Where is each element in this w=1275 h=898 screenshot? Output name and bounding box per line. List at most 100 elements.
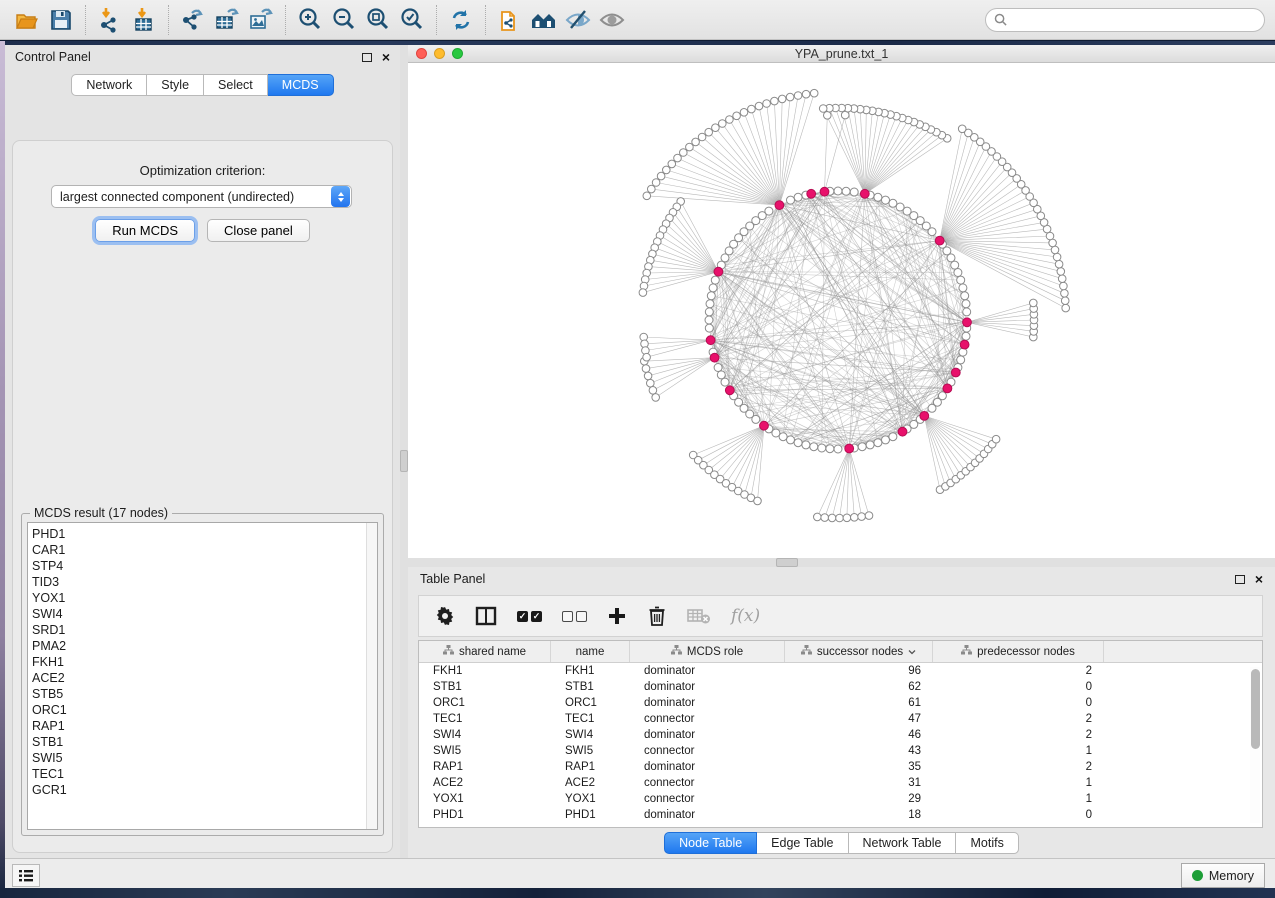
column-header-MCDS-role[interactable]: MCDS role — [630, 641, 785, 662]
mcds-result-item[interactable]: YOX1 — [32, 590, 377, 606]
cell-shared_name: YOX1 — [419, 793, 551, 805]
search-input[interactable] — [1012, 13, 1256, 27]
mcds-result-list[interactable]: PHD1CAR1STP4TID3YOX1SWI4SRD1PMA2FKH1ACE2… — [27, 522, 378, 830]
memory-label: Memory — [1209, 869, 1254, 883]
zoom-in-icon[interactable] — [293, 4, 327, 36]
mcds-result-item[interactable]: FKH1 — [32, 654, 377, 670]
table-options-icon[interactable] — [435, 606, 455, 626]
show-column-icon[interactable] — [475, 606, 497, 626]
mcds-result-item[interactable]: GCR1 — [32, 782, 377, 798]
table-row[interactable]: ACE2ACE2connector311 — [419, 775, 1262, 791]
mcds-result-item[interactable]: SRD1 — [32, 622, 377, 638]
sitemap-icon — [671, 645, 682, 658]
memory-button[interactable]: Memory — [1181, 863, 1265, 888]
network-view-window: YPA_prune.txt_1 — [408, 45, 1275, 558]
first-neighbors-icon[interactable] — [527, 4, 561, 36]
table-scrollbar[interactable] — [1250, 667, 1260, 823]
network-graph[interactable] — [408, 63, 1275, 557]
delete-column-icon[interactable] — [647, 605, 667, 627]
tab-node-table[interactable]: Node Table — [664, 832, 757, 854]
network-titlebar[interactable]: YPA_prune.txt_1 — [408, 45, 1275, 63]
tab-style[interactable]: Style — [147, 74, 204, 96]
mcds-result-item[interactable]: ACE2 — [32, 670, 377, 686]
close-panel-icon[interactable]: × — [1255, 574, 1263, 584]
export-network-icon[interactable] — [176, 4, 210, 36]
mcds-result-item[interactable]: TEC1 — [32, 766, 377, 782]
horizontal-splitter[interactable] — [408, 558, 1275, 567]
copy-style-icon[interactable] — [493, 4, 527, 36]
table-row[interactable]: FKH1FKH1dominator962 — [419, 663, 1262, 679]
zoom-selected-icon[interactable] — [395, 4, 429, 36]
control-panel-tabs: NetworkStyleSelectMCDS — [5, 74, 400, 96]
cell-role: connector — [630, 745, 785, 757]
run-mcds-button[interactable]: Run MCDS — [95, 219, 195, 242]
mcds-result-item[interactable]: SWI4 — [32, 606, 377, 622]
table-row[interactable]: TEC1TEC1connector472 — [419, 711, 1262, 727]
list-scrollbar[interactable] — [366, 523, 377, 829]
splitter-grip[interactable] — [776, 558, 798, 567]
cell-successors: 18 — [785, 809, 933, 821]
mcds-result-item[interactable]: STB5 — [32, 686, 377, 702]
table-row[interactable]: YOX1YOX1connector291 — [419, 791, 1262, 807]
export-table-icon[interactable] — [210, 4, 244, 36]
table-scrollbar-thumb[interactable] — [1251, 669, 1260, 749]
import-table-icon[interactable] — [127, 4, 161, 36]
mcds-result-item[interactable]: SWI5 — [32, 750, 377, 766]
close-panel-button[interactable]: Close panel — [207, 219, 310, 242]
cell-predecessors: 0 — [933, 681, 1104, 693]
mcds-result-item[interactable]: PMA2 — [32, 638, 377, 654]
criterion-dropdown[interactable]: largest connected component (undirected) — [51, 185, 352, 208]
tab-motifs[interactable]: Motifs — [956, 832, 1018, 854]
table-row[interactable]: SWI4SWI4dominator462 — [419, 727, 1262, 743]
tab-edge-table[interactable]: Edge Table — [757, 832, 848, 854]
select-all-icon[interactable]: ✓✓ — [517, 611, 542, 622]
search-box[interactable] — [985, 8, 1265, 32]
delete-table-icon[interactable] — [687, 607, 711, 625]
function-builder-icon[interactable]: f(x) — [731, 606, 760, 626]
zoom-fit-icon[interactable] — [361, 4, 395, 36]
network-canvas[interactable] — [408, 63, 1275, 557]
float-panel-icon[interactable] — [1235, 575, 1245, 584]
export-image-icon[interactable] — [244, 4, 278, 36]
cell-role: connector — [630, 713, 785, 725]
deselect-all-icon[interactable] — [562, 611, 587, 622]
zoom-out-icon[interactable] — [327, 4, 361, 36]
cell-name: RAP1 — [551, 761, 630, 773]
tab-mcds[interactable]: MCDS — [268, 74, 334, 96]
vertical-splitter[interactable] — [400, 45, 408, 858]
table-row[interactable]: SWI5SWI5connector431 — [419, 743, 1262, 759]
column-header-shared-name[interactable]: shared name — [419, 641, 551, 662]
refresh-layout-icon[interactable] — [444, 4, 478, 36]
import-network-icon[interactable] — [93, 4, 127, 36]
table-row[interactable]: PHD1PHD1dominator180 — [419, 807, 1262, 823]
column-header-successor-nodes[interactable]: successor nodes — [785, 641, 933, 662]
table-panel: Table Panel × ✓✓ f(x) shared namenameMCD… — [408, 567, 1275, 858]
hide-selected-icon[interactable] — [561, 4, 595, 36]
column-header-name[interactable]: name — [551, 641, 630, 662]
open-file-icon[interactable] — [10, 4, 44, 36]
table-row[interactable]: ORC1ORC1dominator610 — [419, 695, 1262, 711]
mcds-result-item[interactable]: STP4 — [32, 558, 377, 574]
mcds-result-item[interactable]: ORC1 — [32, 702, 377, 718]
column-header-predecessor-nodes[interactable]: predecessor nodes — [933, 641, 1104, 662]
tab-select[interactable]: Select — [204, 74, 268, 96]
mcds-result-item[interactable]: PHD1 — [32, 526, 377, 542]
mcds-result-item[interactable]: STB1 — [32, 734, 377, 750]
table-row[interactable]: STB1STB1dominator620 — [419, 679, 1262, 695]
save-session-icon[interactable] — [44, 4, 78, 36]
table-row[interactable]: RAP1RAP1dominator352 — [419, 759, 1262, 775]
mcds-result-item[interactable]: TID3 — [32, 574, 377, 590]
cell-predecessors: 0 — [933, 809, 1104, 821]
cell-role: dominator — [630, 809, 785, 821]
add-column-icon[interactable] — [607, 606, 627, 626]
mcds-result-item[interactable]: CAR1 — [32, 542, 377, 558]
close-panel-icon[interactable]: × — [382, 52, 390, 62]
splitter-grip[interactable] — [400, 450, 408, 472]
tab-network[interactable]: Network — [71, 74, 147, 96]
tab-network-table[interactable]: Network Table — [849, 832, 957, 854]
task-history-button[interactable] — [12, 864, 40, 887]
float-panel-icon[interactable] — [362, 53, 372, 62]
show-all-icon[interactable] — [595, 4, 629, 36]
mcds-result-item[interactable]: RAP1 — [32, 718, 377, 734]
sort-chevron-icon — [908, 646, 916, 658]
